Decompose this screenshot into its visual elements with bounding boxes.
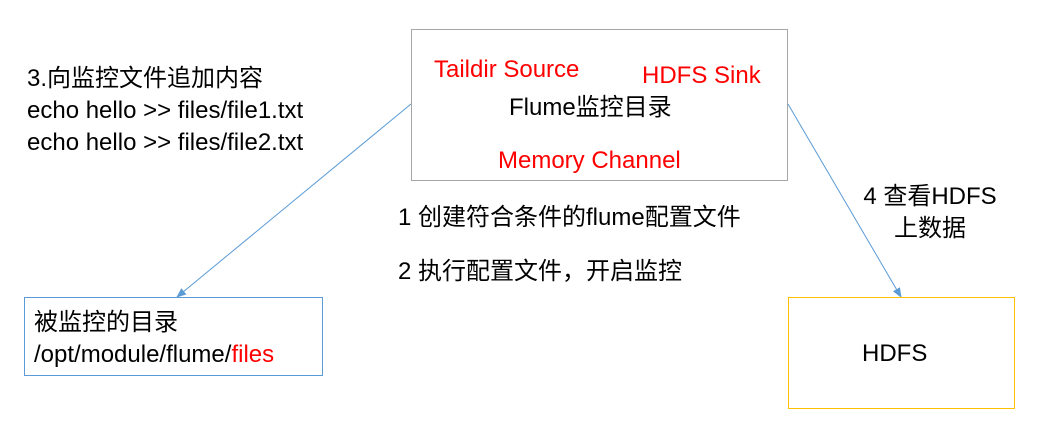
step3-command-2: echo hello >> files/file2.txt — [27, 129, 304, 156]
flume-box-title: Flume监控目录 — [509, 94, 672, 121]
step1-text: 1 创建符合条件的flume配置文件 — [398, 204, 741, 231]
step2-text: 2 执行配置文件，开启监控 — [398, 258, 683, 285]
step4-line-1: 4 查看HDFS — [863, 183, 997, 210]
monitored-directory-title: 被监控的目录 — [34, 309, 178, 336]
step3-command-1: echo hello >> files/file1.txt — [27, 97, 304, 124]
monitored-path-prefix: /opt/module/flume/ — [34, 341, 232, 368]
memory-channel-label: Memory Channel — [498, 147, 681, 174]
monitored-directory-path: /opt/module/flume/files — [34, 339, 274, 371]
hdfs-box-label: HDFS — [862, 340, 928, 367]
hdfs-sink-label: HDFS Sink — [642, 62, 761, 89]
monitored-path-highlight: files — [231, 341, 275, 368]
taildir-source-label: Taildir Source — [434, 56, 580, 83]
step3-annotation: 3.向监控文件追加内容 echo hello >> files/file1.tx… — [27, 63, 303, 159]
step4-line-2: 上数据 — [894, 215, 966, 242]
step3-title: 3.向监控文件追加内容 — [27, 65, 264, 92]
step4-annotation: 4 查看HDFS 上数据 — [855, 181, 1005, 245]
monitored-directory-text: 被监控的目录 /opt/module/flume/files — [34, 307, 274, 371]
